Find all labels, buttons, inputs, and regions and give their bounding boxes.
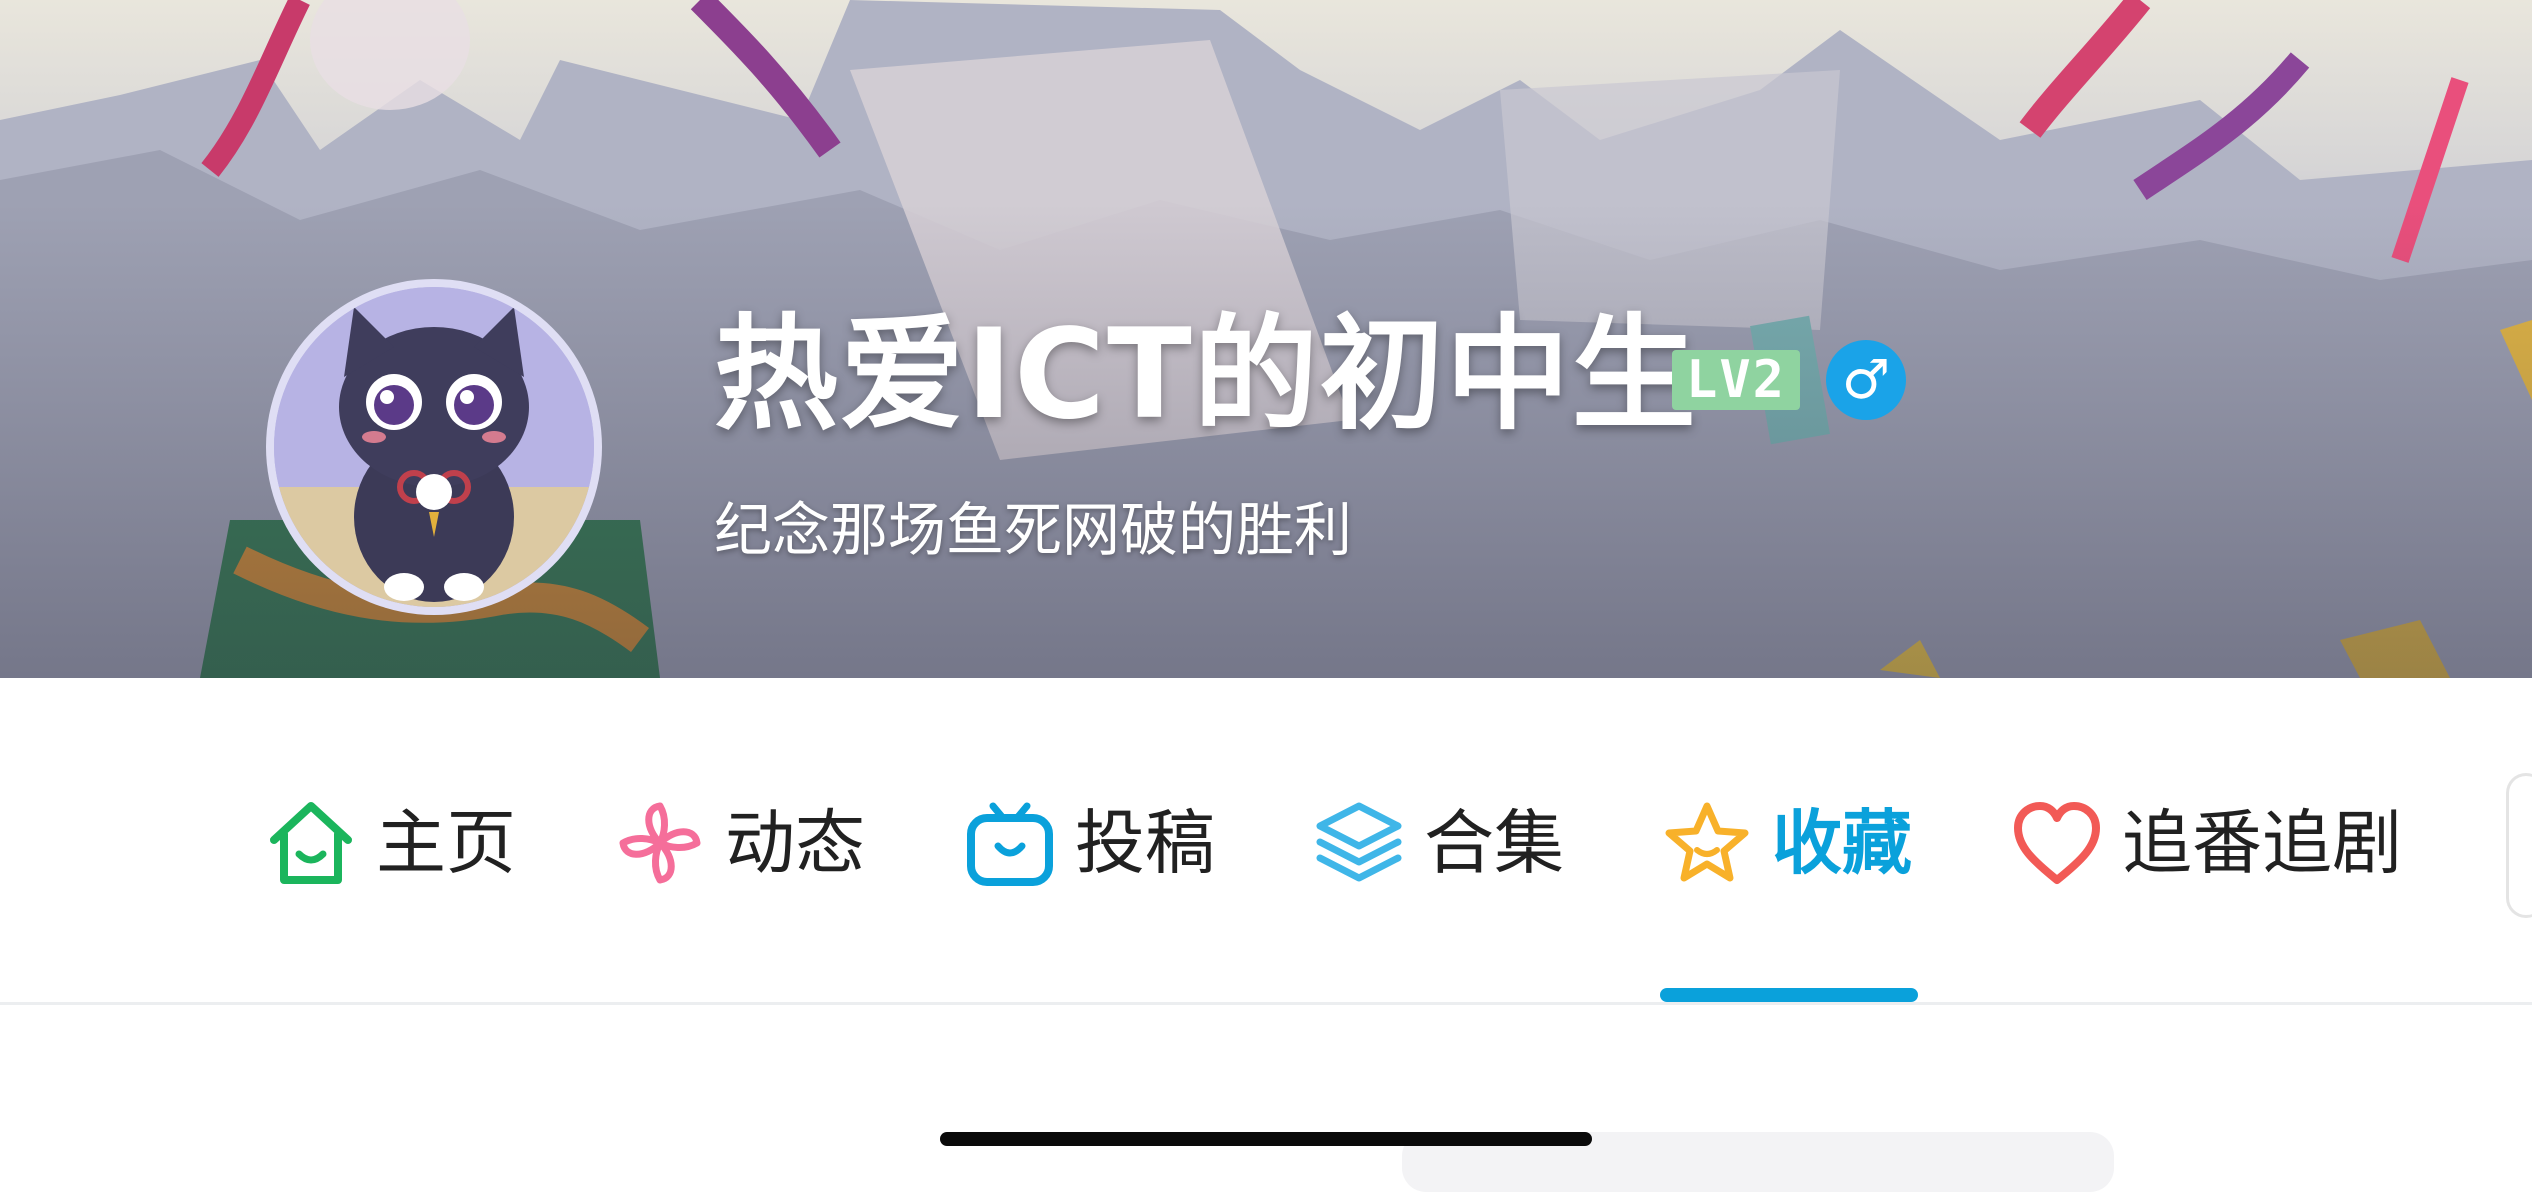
heart-icon [2012,798,2102,888]
side-panel-edge[interactable] [2506,773,2532,918]
tab-favorites[interactable]: 收藏 [1662,788,1912,898]
male-gender-icon: ♂ [1826,340,1906,420]
user-signature: 纪念那场鱼死网破的胜利 [714,496,1353,564]
tab-following-shows-label: 追番追剧 [2122,802,2402,884]
tab-collections-label: 合集 [1424,802,1564,884]
active-tab-indicator [1660,988,1918,1002]
profile-banner: 热爱ICT的初中生 LV2 ♂ 纪念那场鱼死网破的胜利 [0,0,2532,678]
avatar[interactable] [266,279,602,615]
home-icon [266,798,356,888]
star-icon [1662,798,1752,888]
tab-home[interactable]: 主页 [266,788,516,898]
tab-favorites-label: 收藏 [1772,802,1912,884]
level-badge: LV2 [1672,350,1800,410]
tab-home-label: 主页 [376,802,516,884]
tab-uploads[interactable]: 投稿 [965,788,1215,898]
tab-uploads-label: 投稿 [1075,802,1215,884]
profile-tab-bar: 主页 动态 投稿 合集 收藏 追番追剧 [0,678,2532,1003]
tab-collections[interactable]: 合集 [1314,788,1564,898]
pinwheel-icon [615,798,705,888]
cat-avatar-illustration [274,287,594,607]
home-indicator[interactable] [940,1132,1592,1146]
tv-icon [965,798,1055,888]
tab-activity-label: 动态 [725,802,865,884]
tab-following-shows[interactable]: 追番追剧 [2012,788,2402,898]
layers-icon [1314,798,1404,888]
tab-divider [0,1002,2532,1005]
username: 热爱ICT的初中生 [714,303,1698,447]
tab-activity[interactable]: 动态 [615,788,865,898]
